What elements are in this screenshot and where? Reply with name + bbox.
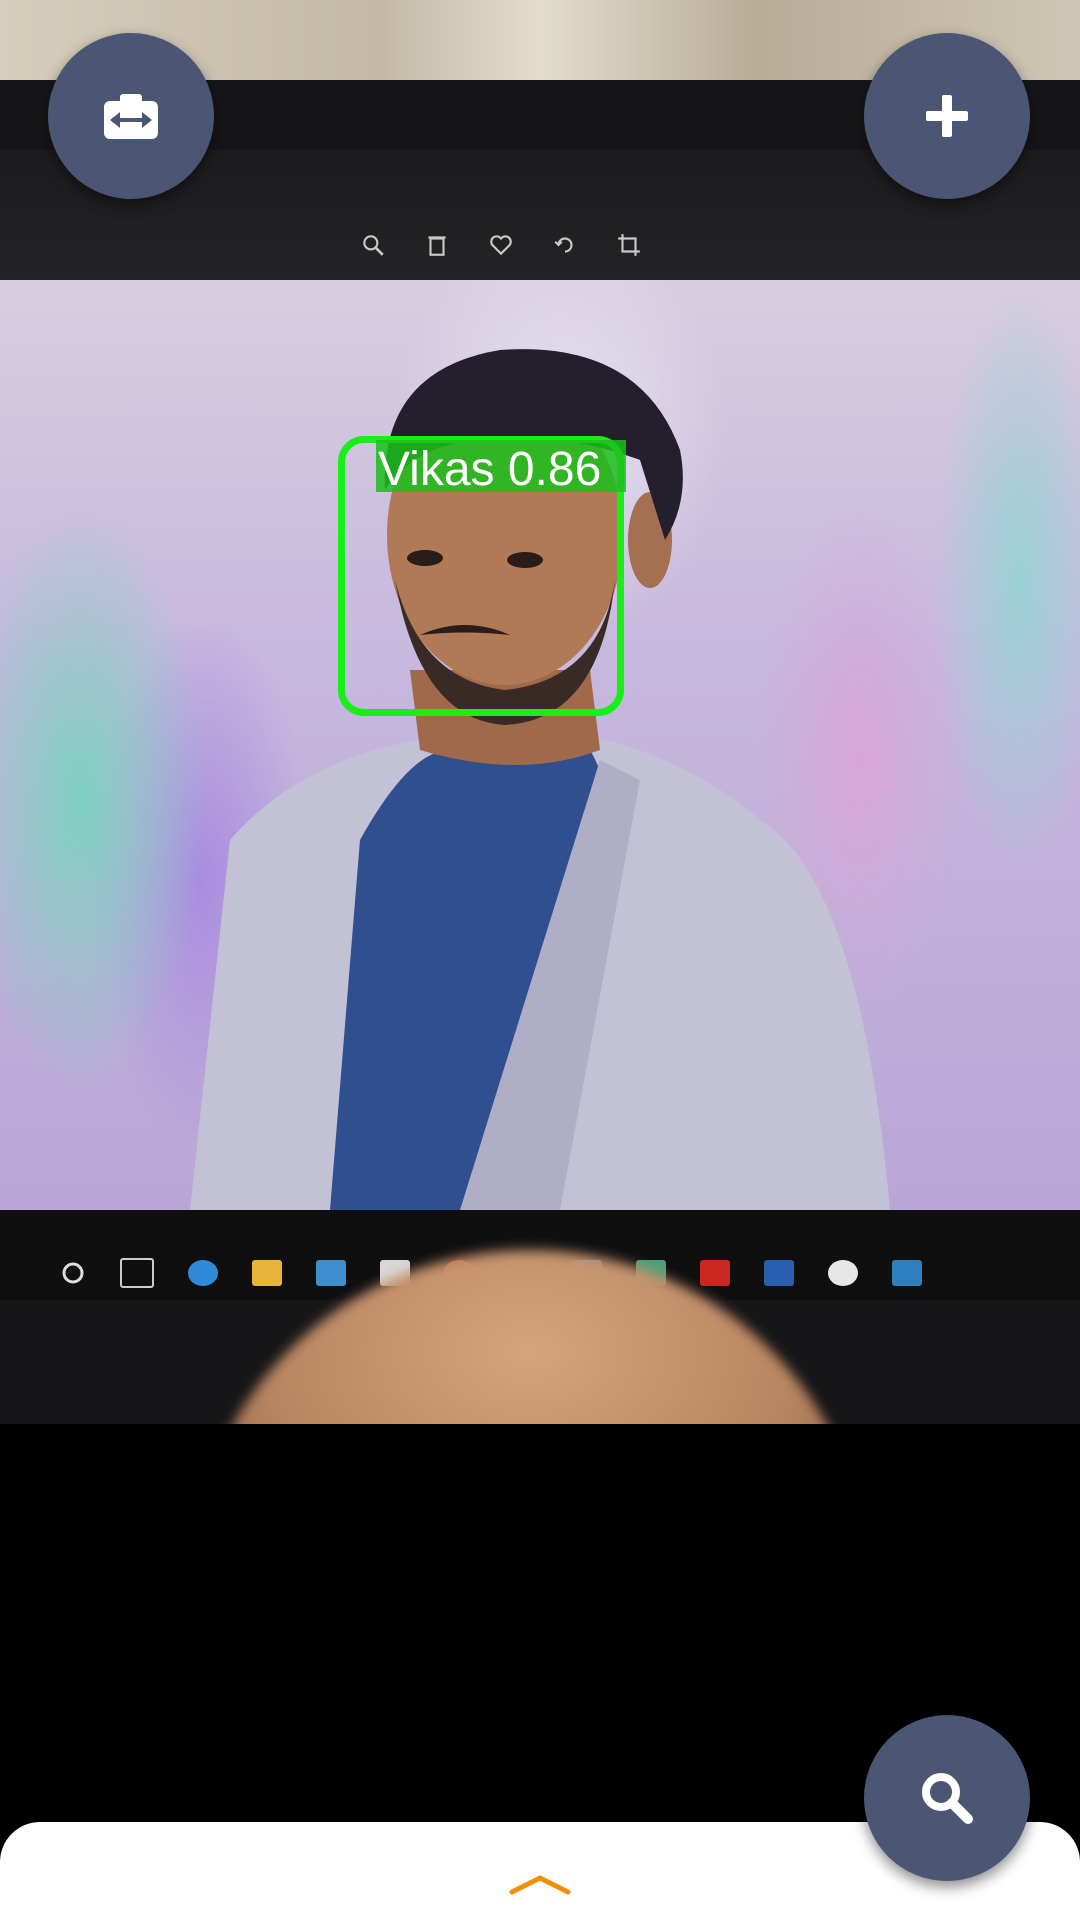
photo-viewer-tools bbox=[360, 232, 642, 258]
file-explorer-icon bbox=[252, 1260, 282, 1286]
mail-icon bbox=[316, 1260, 346, 1286]
photos-icon bbox=[892, 1260, 922, 1286]
camera-screen: Vikas 0.86 bbox=[0, 0, 1080, 1929]
switch-camera-button[interactable] bbox=[48, 33, 214, 199]
switch-camera-icon bbox=[104, 94, 158, 139]
word-icon bbox=[764, 1260, 794, 1286]
cortana-icon bbox=[62, 1262, 84, 1284]
add-button[interactable] bbox=[864, 33, 1030, 199]
search-button[interactable] bbox=[864, 1715, 1030, 1881]
crop-icon bbox=[618, 234, 640, 256]
pdf-icon bbox=[700, 1260, 730, 1286]
person-figure bbox=[190, 349, 890, 1210]
plus-icon bbox=[926, 95, 968, 137]
app-icon-2 bbox=[828, 1260, 858, 1286]
chevron-up-icon[interactable] bbox=[508, 1872, 572, 1896]
search-icon bbox=[922, 1773, 973, 1824]
edge-icon bbox=[188, 1260, 218, 1286]
detection-label: Vikas 0.86 bbox=[378, 443, 602, 496]
zoom-icon bbox=[363, 235, 384, 256]
heart-icon bbox=[490, 235, 512, 256]
rotate-icon bbox=[554, 237, 573, 253]
trash-icon bbox=[428, 236, 446, 256]
task-view-icon bbox=[120, 1258, 154, 1288]
